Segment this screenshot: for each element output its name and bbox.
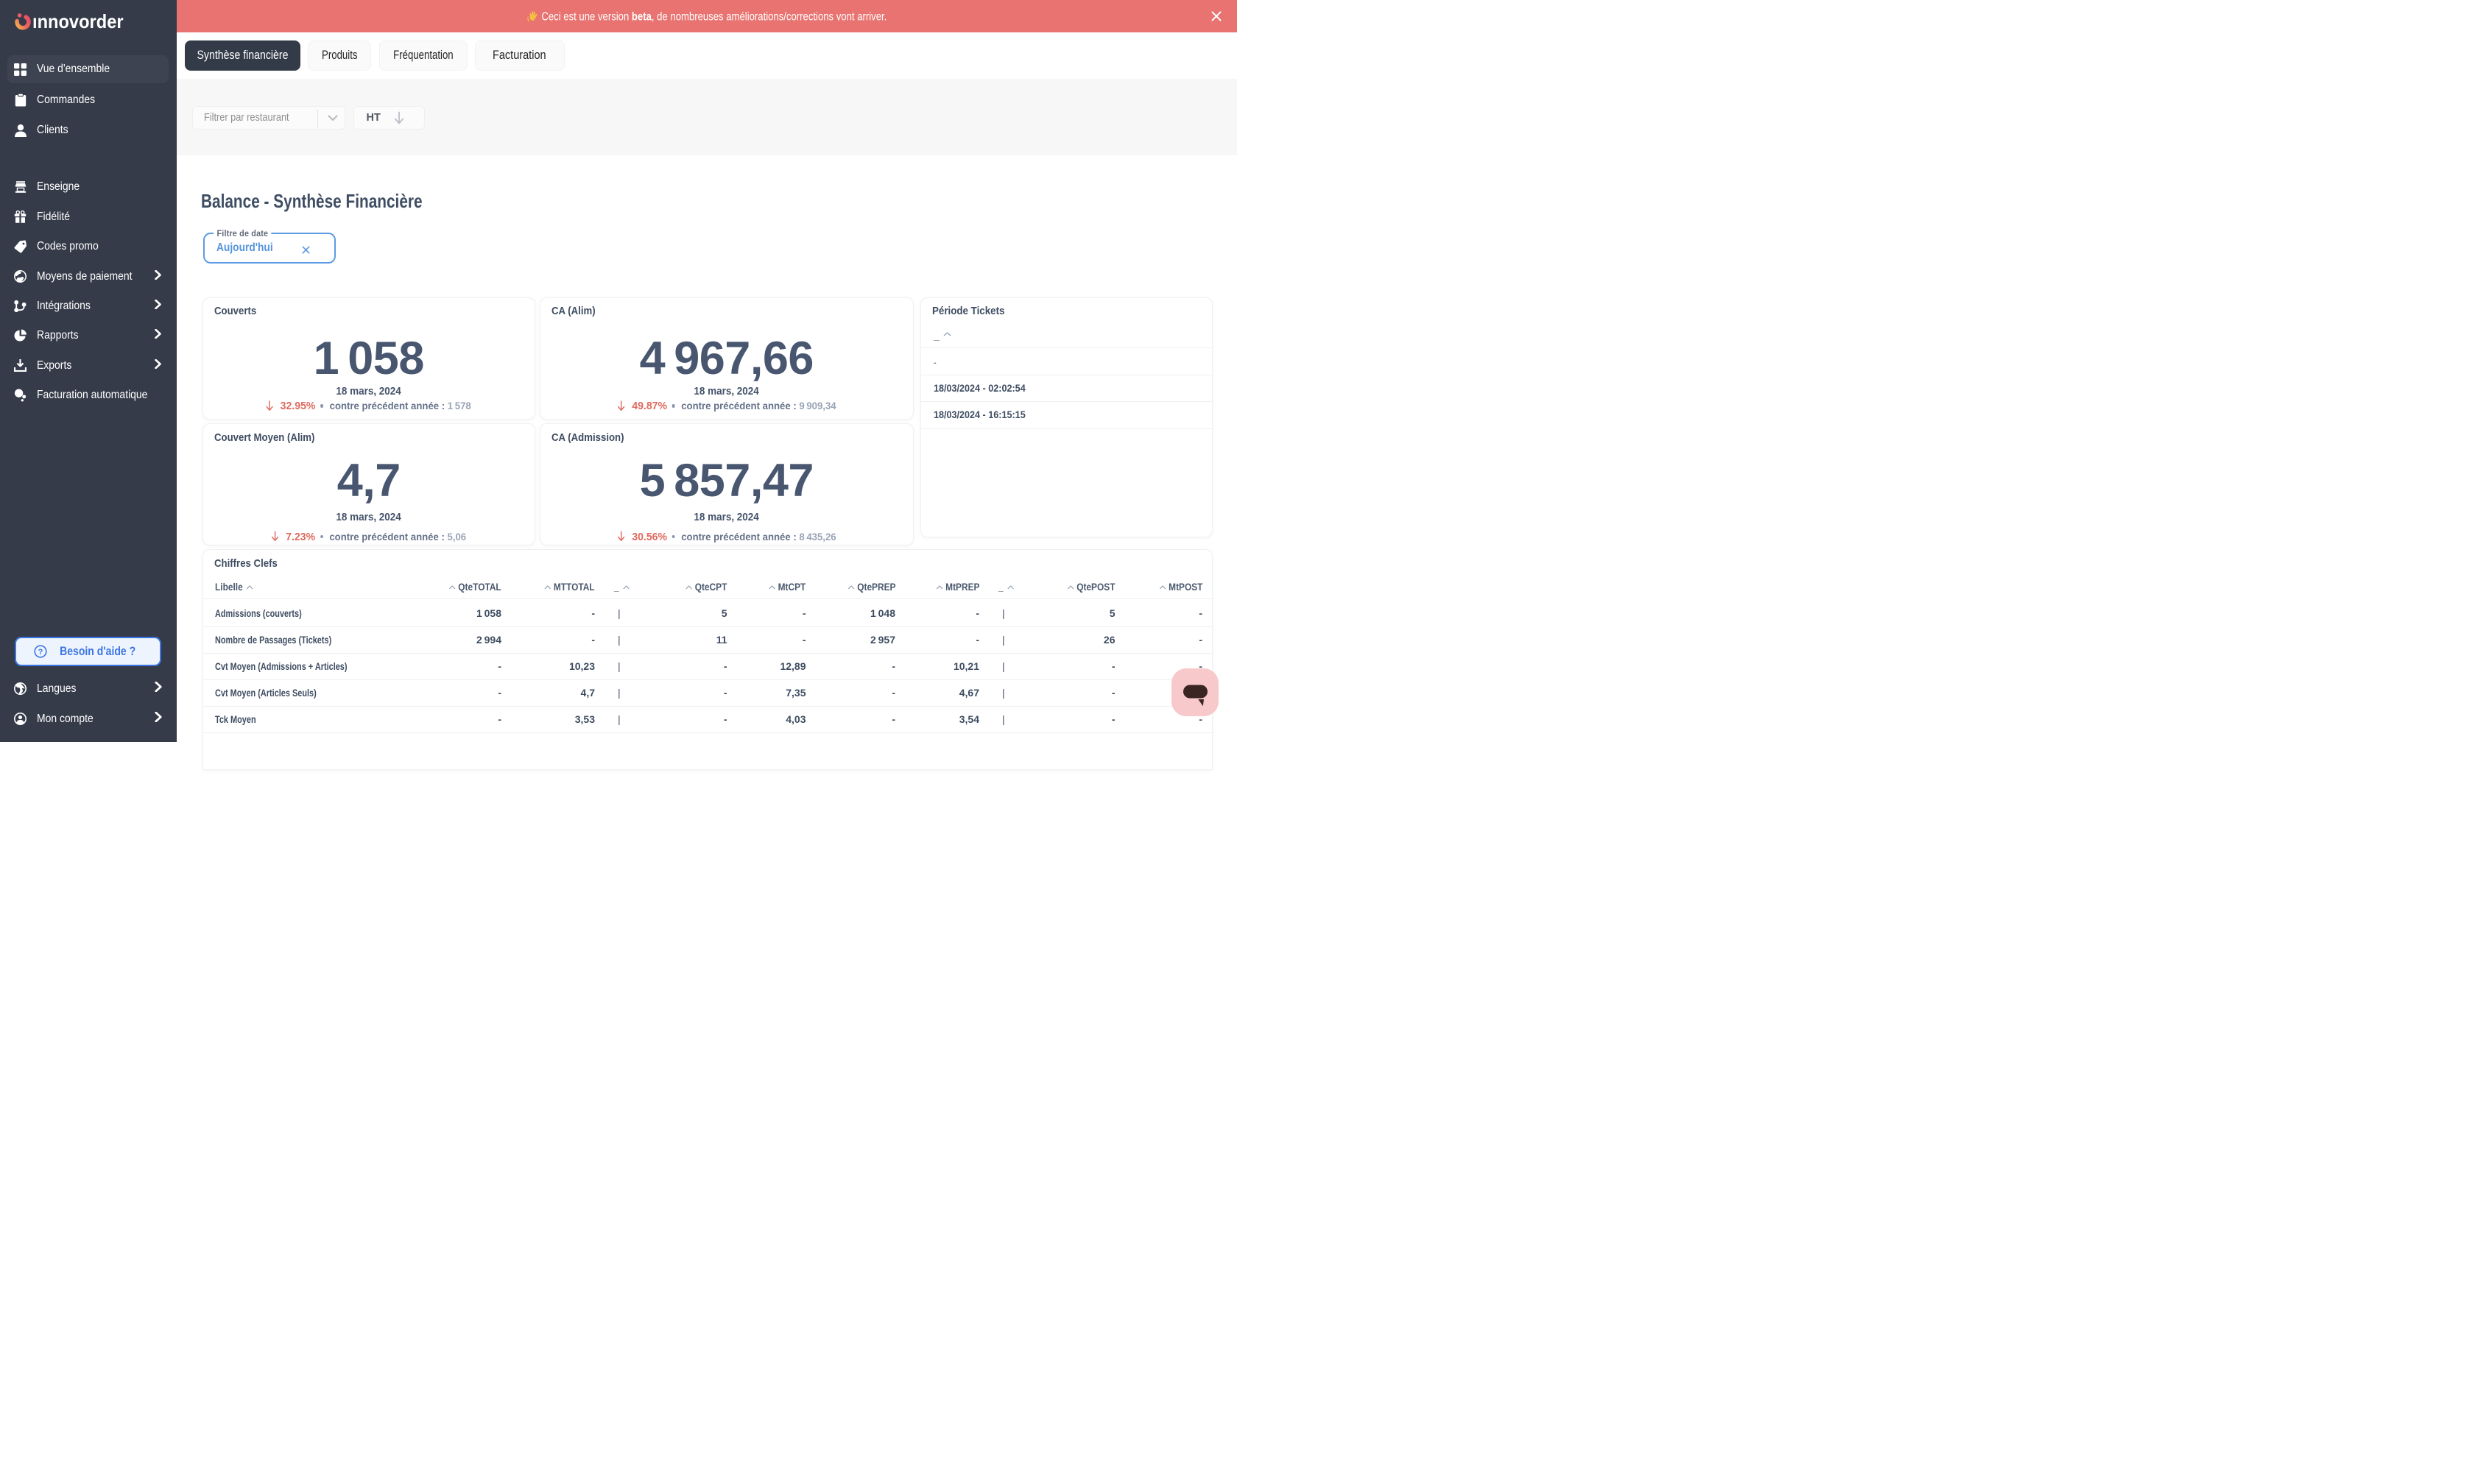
- svg-text:?: ?: [38, 648, 43, 657]
